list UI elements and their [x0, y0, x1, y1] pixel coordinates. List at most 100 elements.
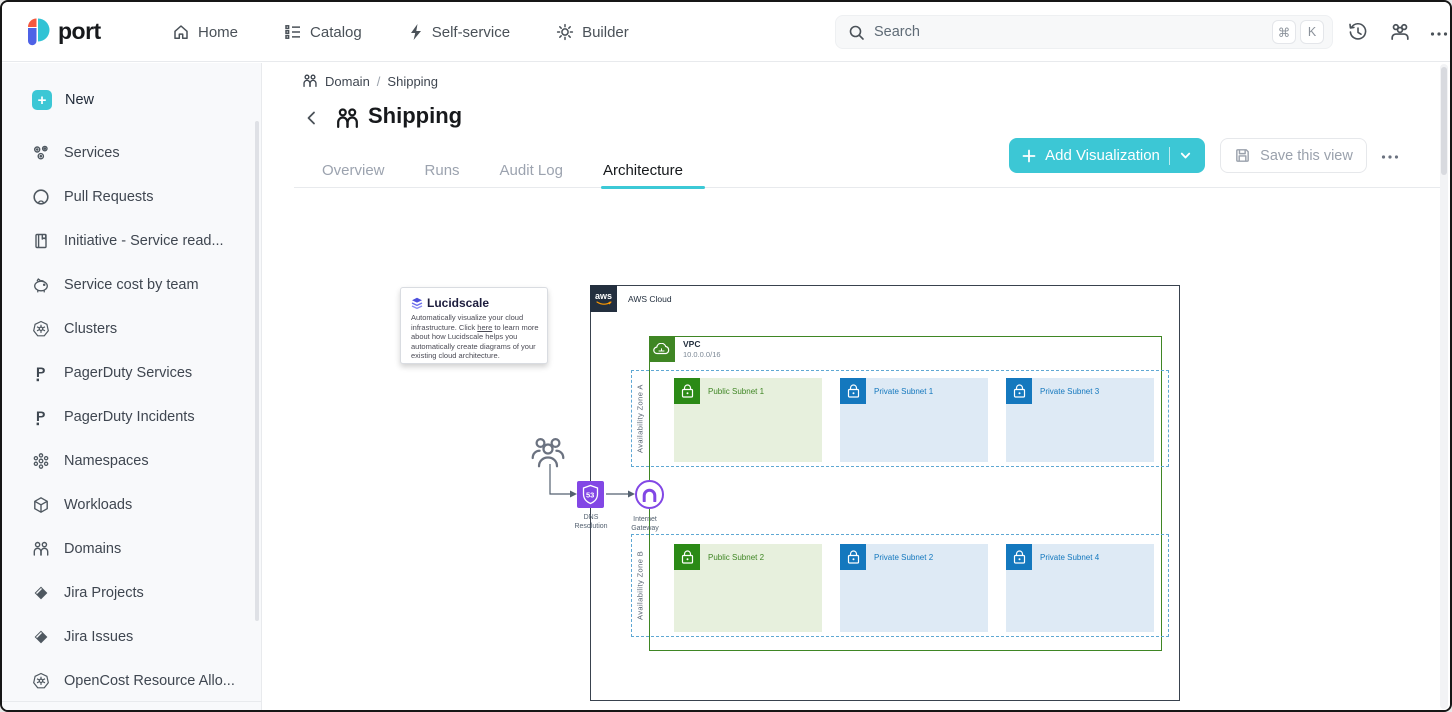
sidebar-item-pull-requests[interactable]: Pull Requests: [2, 175, 261, 219]
sidebar-item-jira-issues[interactable]: Jira Issues: [2, 615, 261, 659]
sidebar-item-service-cost[interactable]: Service cost by team: [2, 263, 261, 307]
sidebar-item-services[interactable]: Services: [2, 131, 261, 175]
sidebar-item-label: Services: [64, 145, 120, 161]
subnet-private-1: Private Subnet 1: [840, 378, 988, 462]
cube-icon: [32, 496, 50, 514]
subnet-label: Private Subnet 3: [1040, 387, 1099, 396]
nav-builder[interactable]: Builder: [556, 23, 629, 41]
sidebar-item-jira-projects[interactable]: Jira Projects: [2, 571, 261, 615]
nav-home[interactable]: Home: [172, 23, 238, 41]
subnet-private-4: Private Subnet 4: [1006, 544, 1154, 632]
search-placeholder: Search: [874, 24, 1268, 40]
lightning-icon: [408, 23, 424, 41]
sidebar-item-namespaces[interactable]: Namespaces: [2, 439, 261, 483]
availability-zone-a-label: Availability Zone A: [633, 371, 647, 466]
lucidscale-logo-icon: [411, 297, 423, 310]
nav-builder-label: Builder: [582, 24, 629, 41]
subnet-label: Private Subnet 4: [1040, 553, 1099, 562]
lucidscale-brand: Lucidscale: [427, 296, 489, 310]
lock-icon: [674, 378, 700, 404]
kubernetes-icon: [32, 672, 50, 690]
lock-icon: [1006, 544, 1032, 570]
lucidscale-here-link[interactable]: here: [477, 323, 492, 332]
lucidscale-description: Automatically visualize your cloud infra…: [411, 313, 539, 361]
sidebar-item-label: Service cost by team: [64, 277, 199, 293]
kubernetes-icon: [32, 320, 50, 338]
aws-logo-icon: aws: [590, 285, 617, 312]
sidebar-item-clusters[interactable]: Clusters: [2, 307, 261, 351]
sidebar-item-label: Namespaces: [64, 453, 149, 469]
app-window: port Home Catalog Self-service: [0, 0, 1452, 712]
main-scrollbar[interactable]: [1440, 64, 1448, 709]
sidebar-item-label: Pull Requests: [64, 189, 153, 205]
subnet-label: Private Subnet 2: [874, 553, 933, 562]
lucidscale-card: Lucidscale Automatically visualize your …: [400, 287, 548, 364]
catalog-icon: [284, 23, 302, 41]
shortcut-cmd-key: ⌘: [1272, 20, 1296, 44]
subnet-private-2: Private Subnet 2: [840, 544, 988, 632]
subnet-label: Private Subnet 1: [874, 387, 933, 396]
sidebar-new-button[interactable]: + New: [2, 78, 261, 122]
jira-icon: [32, 584, 50, 602]
sidebar-item-label: Workloads: [64, 497, 132, 513]
search-icon: [848, 24, 865, 41]
services-icon: [32, 144, 50, 162]
sidebar-item-workloads[interactable]: Workloads: [2, 483, 261, 527]
internet-gateway-icon: [635, 480, 664, 509]
sidebar-item-label: OpenCost Resource Allo...: [64, 673, 235, 689]
port-logo-icon: [24, 16, 51, 46]
sidebar-list: Services Pull Requests Initiative - Serv…: [2, 131, 261, 703]
sidebar-item-initiative[interactable]: Initiative - Service read...: [2, 219, 261, 263]
subnet-label: Public Subnet 1: [708, 387, 764, 396]
sidebar-item-pagerduty-services[interactable]: P PagerDuty Services: [2, 351, 261, 395]
lock-icon: [674, 544, 700, 570]
sidebar-item-label: Jira Issues: [64, 629, 133, 645]
sidebar-new-label: New: [65, 92, 94, 108]
book-icon: [32, 232, 50, 250]
nav-self-service[interactable]: Self-service: [408, 23, 510, 41]
jira-icon: [32, 628, 50, 646]
nav-catalog[interactable]: Catalog: [284, 23, 362, 41]
sidebar-divider: [2, 701, 261, 702]
sidebar-item-label: Initiative - Service read...: [64, 233, 224, 249]
nav-self-service-label: Self-service: [432, 24, 510, 41]
more-options-icon[interactable]: [1430, 24, 1452, 46]
home-icon: [172, 23, 190, 41]
gear-icon: [556, 23, 574, 41]
main-scrollbar-thumb[interactable]: [1441, 67, 1447, 175]
github-icon: [32, 188, 50, 206]
vpc-cidr: 10.0.0.0/16: [683, 350, 721, 359]
nav-home-label: Home: [198, 24, 238, 41]
sidebar-item-label: Jira Projects: [64, 585, 144, 601]
lock-icon: [1006, 378, 1032, 404]
lock-icon: [840, 544, 866, 570]
sidebar-scrollbar[interactable]: [255, 121, 259, 621]
sidebar-item-label: PagerDuty Incidents: [64, 409, 195, 425]
subnet-public-2: Public Subnet 2: [674, 544, 822, 632]
pagerduty-icon: P: [32, 364, 50, 382]
sidebar-item-opencost[interactable]: OpenCost Resource Allo...: [2, 659, 261, 703]
shortcut-k-key: K: [1300, 20, 1324, 44]
history-icon[interactable]: [1347, 21, 1369, 43]
route53-dns-icon: 53: [577, 481, 604, 508]
subnet-private-3: Private Subnet 3: [1006, 378, 1154, 462]
svg-text:53: 53: [586, 491, 594, 500]
port-logo[interactable]: port: [24, 16, 101, 46]
availability-zone-b-label: Availability Zone B: [633, 535, 647, 636]
lock-icon: [840, 378, 866, 404]
main-content: Domain / Shipping Shipping Add Visualiza…: [263, 63, 1450, 710]
sidebar-item-pagerduty-incidents[interactable]: P PagerDuty Incidents: [2, 395, 261, 439]
sidebar-item-domains[interactable]: Domains: [2, 527, 261, 571]
aws-cloud-label: AWS Cloud: [628, 294, 672, 304]
plus-icon: +: [32, 90, 52, 110]
sidebar-item-label: Domains: [64, 541, 121, 557]
domains-icon: [32, 540, 50, 558]
svg-text:P: P: [36, 408, 45, 424]
search-input[interactable]: Search ⌘ K: [835, 15, 1333, 49]
subnet-public-1: Public Subnet 1: [674, 378, 822, 462]
internet-gateway-label: InternetGateway: [615, 515, 675, 533]
vpc-icon: [649, 336, 675, 362]
namespace-icon: [32, 452, 50, 470]
subnet-label: Public Subnet 2: [708, 553, 764, 562]
team-icon[interactable]: [1389, 21, 1411, 43]
